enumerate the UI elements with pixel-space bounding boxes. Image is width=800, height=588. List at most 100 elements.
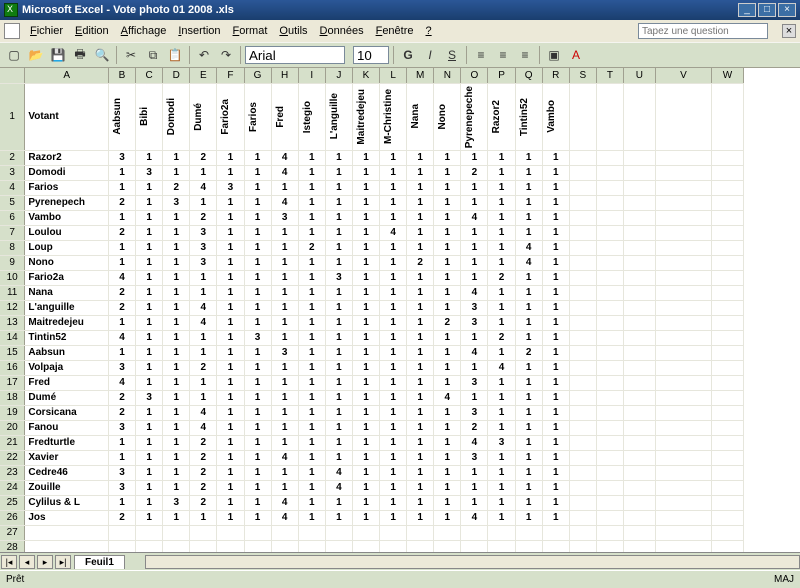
cell[interactable]: 1 xyxy=(271,225,298,240)
cell[interactable]: Corsicana xyxy=(25,405,109,420)
cell[interactable]: 1 xyxy=(298,480,325,495)
cell[interactable] xyxy=(624,540,656,552)
cell[interactable]: 1 xyxy=(515,390,542,405)
cell[interactable] xyxy=(461,540,488,552)
col-header[interactable]: S xyxy=(569,68,596,83)
cell[interactable]: 1 xyxy=(163,270,190,285)
cell[interactable]: 1 xyxy=(244,225,271,240)
col-header[interactable]: N xyxy=(434,68,461,83)
cell[interactable]: 1 xyxy=(244,465,271,480)
cell[interactable]: 1 xyxy=(163,360,190,375)
cell[interactable]: 1 xyxy=(407,405,434,420)
cell[interactable]: 1 xyxy=(271,330,298,345)
cell[interactable] xyxy=(163,525,190,540)
cell[interactable]: 1 xyxy=(298,270,325,285)
col-header[interactable]: C xyxy=(136,68,163,83)
menu-outils[interactable]: Outils xyxy=(273,23,313,39)
cell[interactable]: 1 xyxy=(108,435,135,450)
cell[interactable]: 4 xyxy=(108,330,135,345)
cell[interactable]: Maitredejeu xyxy=(25,315,109,330)
row-header[interactable]: 28 xyxy=(0,540,25,552)
close-button[interactable]: × xyxy=(778,3,796,17)
cell[interactable]: 1 xyxy=(190,285,217,300)
cell[interactable]: 1 xyxy=(163,285,190,300)
cell[interactable]: 2 xyxy=(298,240,325,255)
cell[interactable]: 1 xyxy=(407,435,434,450)
cell[interactable]: Nono xyxy=(25,255,109,270)
cell[interactable]: 1 xyxy=(163,480,190,495)
cell[interactable]: Loup xyxy=(25,240,109,255)
cell[interactable]: 1 xyxy=(407,510,434,525)
cell[interactable] xyxy=(108,525,135,540)
cell[interactable]: 1 xyxy=(542,180,569,195)
cell[interactable]: 1 xyxy=(542,510,569,525)
cell[interactable]: 1 xyxy=(461,180,488,195)
cell[interactable]: 3 xyxy=(461,450,488,465)
cell[interactable]: 3 xyxy=(461,300,488,315)
cell[interactable]: 2 xyxy=(190,150,217,165)
col-header[interactable]: V xyxy=(655,68,711,83)
cell[interactable]: 1 xyxy=(515,330,542,345)
cell[interactable]: 1 xyxy=(244,255,271,270)
cell[interactable]: Dumé xyxy=(190,83,217,150)
cell[interactable]: 1 xyxy=(542,345,569,360)
cell[interactable]: 1 xyxy=(515,300,542,315)
cell[interactable]: 1 xyxy=(515,495,542,510)
bold-icon[interactable]: G xyxy=(398,45,418,65)
cell[interactable]: 1 xyxy=(434,465,461,480)
cell[interactable]: 2 xyxy=(407,255,434,270)
cell[interactable]: 1 xyxy=(380,420,407,435)
cell[interactable] xyxy=(434,525,461,540)
cell[interactable]: Razor2 xyxy=(25,150,109,165)
cell[interactable]: 1 xyxy=(352,300,379,315)
row-header[interactable]: 15 xyxy=(0,345,25,360)
cell[interactable]: 1 xyxy=(407,360,434,375)
copy-icon[interactable]: ⧉ xyxy=(143,45,163,65)
cell[interactable]: 1 xyxy=(325,405,352,420)
cell[interactable]: 1 xyxy=(434,165,461,180)
cell[interactable] xyxy=(461,525,488,540)
cell[interactable]: 1 xyxy=(515,270,542,285)
cell[interactable]: Nono xyxy=(434,83,461,150)
col-header[interactable]: K xyxy=(352,68,379,83)
cell[interactable]: 1 xyxy=(515,150,542,165)
cell[interactable]: 1 xyxy=(380,360,407,375)
cell[interactable]: Tintin52 xyxy=(25,330,109,345)
cell[interactable]: 1 xyxy=(136,270,163,285)
cell[interactable]: 1 xyxy=(298,180,325,195)
row-header[interactable]: 5 xyxy=(0,195,25,210)
cell[interactable]: 2 xyxy=(190,360,217,375)
col-header[interactable]: R xyxy=(542,68,569,83)
cell[interactable]: 1 xyxy=(217,300,244,315)
cell[interactable]: 1 xyxy=(136,240,163,255)
col-header[interactable]: Q xyxy=(515,68,542,83)
cell[interactable]: 1 xyxy=(380,180,407,195)
row-header[interactable]: 1 xyxy=(0,83,25,150)
cell[interactable]: 1 xyxy=(542,315,569,330)
cell[interactable]: 1 xyxy=(244,450,271,465)
cell[interactable]: 1 xyxy=(434,495,461,510)
cell[interactable]: 1 xyxy=(380,330,407,345)
cell[interactable]: 4 xyxy=(108,270,135,285)
cell[interactable]: 1 xyxy=(217,165,244,180)
cell[interactable]: 4 xyxy=(461,285,488,300)
cell[interactable]: 1 xyxy=(190,330,217,345)
cell[interactable]: 1 xyxy=(461,330,488,345)
cell[interactable]: 1 xyxy=(352,435,379,450)
cut-icon[interactable]: ✂ xyxy=(121,45,141,65)
cell[interactable]: Fario2a xyxy=(25,270,109,285)
cell[interactable]: 1 xyxy=(515,165,542,180)
cell[interactable]: 2 xyxy=(108,405,135,420)
cell[interactable]: Fred xyxy=(271,83,298,150)
cell[interactable]: 1 xyxy=(488,285,515,300)
cell[interactable] xyxy=(655,525,711,540)
cell[interactable]: 4 xyxy=(488,360,515,375)
italic-icon[interactable]: I xyxy=(420,45,440,65)
cell[interactable]: 2 xyxy=(108,300,135,315)
cell[interactable]: 1 xyxy=(461,360,488,375)
cell[interactable]: 1 xyxy=(488,315,515,330)
spreadsheet-grid[interactable]: ABCDEFGHIJKLMNOPQRSTUVW1VotantAabsunBibi… xyxy=(0,68,800,552)
cell[interactable]: 1 xyxy=(352,270,379,285)
cell[interactable]: 1 xyxy=(217,405,244,420)
cell[interactable]: 1 xyxy=(244,495,271,510)
